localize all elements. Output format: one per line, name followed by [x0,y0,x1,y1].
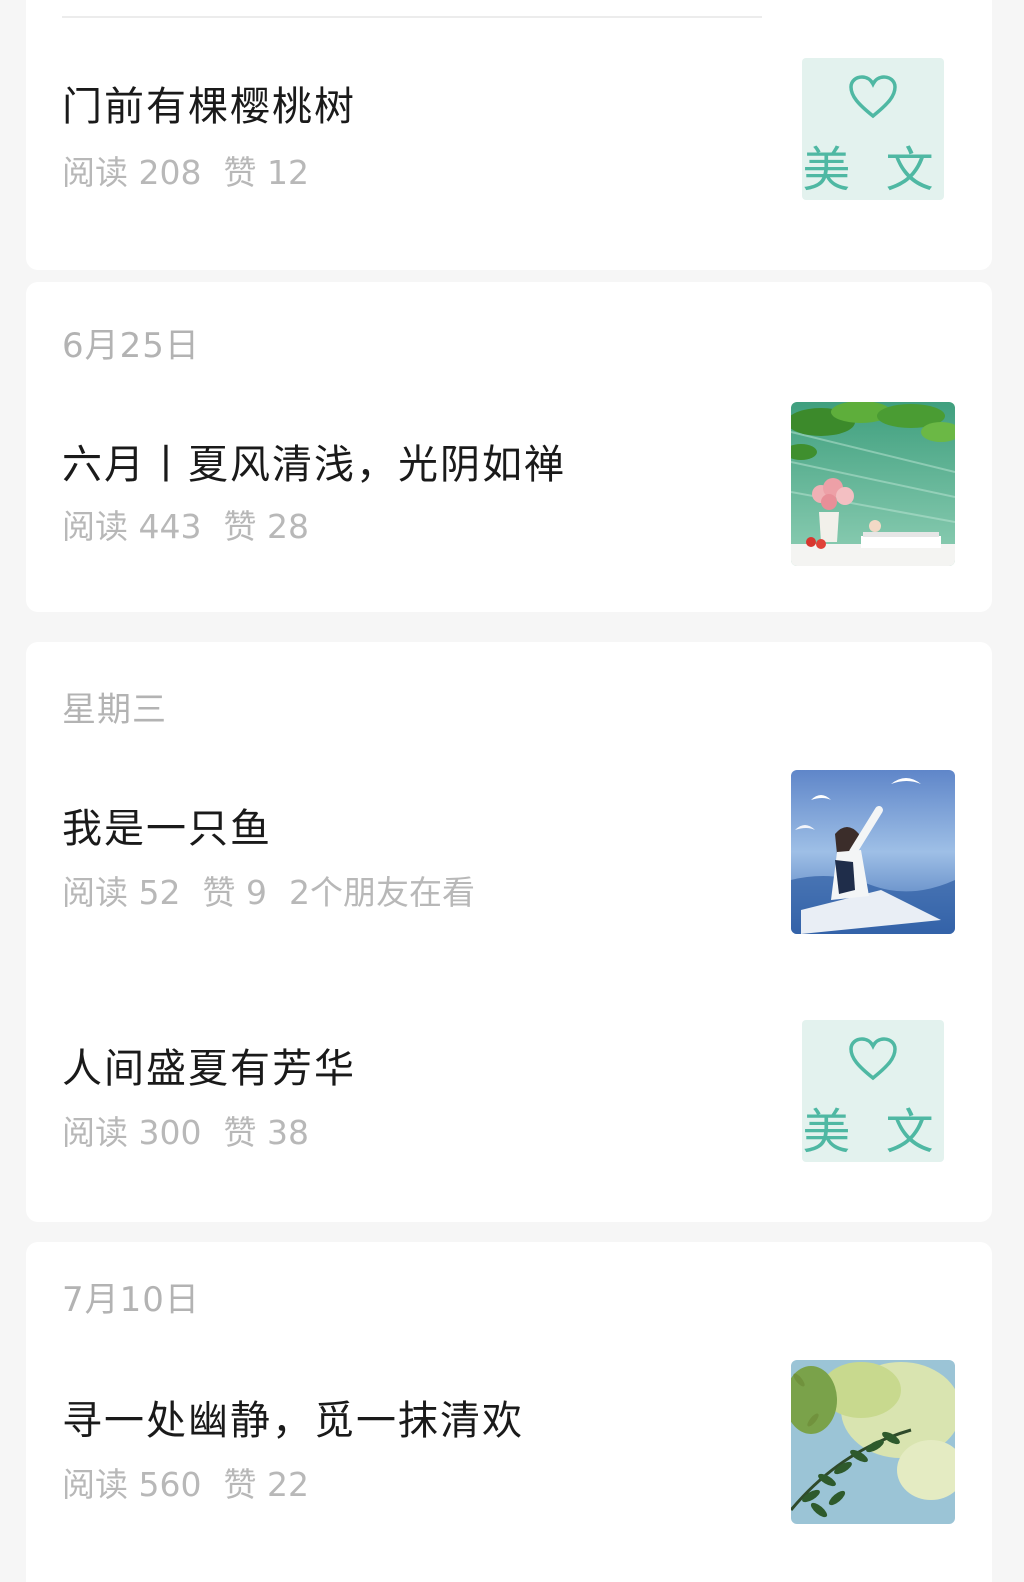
article-card-2: 6月25日 六月丨夏风清浅，光阴如禅 阅读 443 赞 28 [26,282,992,612]
read-count: 阅读 208 [62,153,202,192]
article-thumbnail-meiwen[interactable]: 美 文 [802,58,944,200]
article-meta: 阅读 208 赞 12 [62,146,331,194]
article-card-3: 星期三 我是一只鱼 阅读 52 赞 9 2个朋友在看 人间盛夏有芳华 阅读 30… [26,642,992,1222]
like-count: 赞 9 [202,873,267,912]
article-item-4[interactable]: 人间盛夏有芳华 阅读 300 赞 38 美 文 [26,972,992,1222]
article-title[interactable]: 寻一处幽静，觅一抹清欢 [62,1388,524,1446]
heart-outline-icon [849,75,897,119]
read-count: 阅读 52 [62,873,181,912]
heart-outline-icon [849,1037,897,1081]
leaves-image [791,1360,955,1524]
article-item-2[interactable]: 六月丨夏风清浅，光阴如禅 阅读 443 赞 28 [26,282,992,612]
article-meta: 阅读 443 赞 28 [62,500,331,548]
meiwen-label: 美 文 [802,1104,944,1160]
article-thumbnail-photo[interactable] [791,1360,955,1524]
article-card-4: 7月10日 寻一处幽静，觅一抹清欢 阅读 560 赞 22 [26,1242,992,1582]
like-count: 赞 38 [223,1113,309,1152]
like-count: 赞 28 [223,507,309,546]
article-title[interactable]: 门前有棵樱桃树 [62,74,356,132]
meiwen-label: 美 文 [802,142,944,198]
article-item-3[interactable]: 我是一只鱼 阅读 52 赞 9 2个朋友在看 [26,642,992,972]
read-count: 阅读 443 [62,507,202,546]
article-meta: 阅读 560 赞 22 [62,1458,331,1506]
article-card-1: 门前有棵樱桃树 阅读 208 赞 12 美 文 [26,0,992,270]
article-meta: 阅读 300 赞 38 [62,1106,331,1154]
girl-seagulls-image [791,770,955,934]
article-thumbnail-meiwen[interactable]: 美 文 [802,1020,944,1162]
like-count: 赞 22 [223,1465,309,1504]
article-title[interactable]: 六月丨夏风清浅，光阴如禅 [62,432,566,490]
read-count: 阅读 560 [62,1465,202,1504]
article-thumbnail-photo[interactable] [791,770,955,934]
article-item-1[interactable]: 门前有棵樱桃树 阅读 208 赞 12 美 文 [26,0,992,260]
read-count: 阅读 300 [62,1113,202,1152]
lake-flowers-image [791,402,955,566]
friends-watching: 2个朋友在看 [288,873,475,912]
article-item-5[interactable]: 寻一处幽静，觅一抹清欢 阅读 560 赞 22 [26,1242,992,1582]
article-title[interactable]: 我是一只鱼 [62,796,272,854]
article-meta: 阅读 52 赞 9 2个朋友在看 [62,866,497,914]
like-count: 赞 12 [223,153,309,192]
article-thumbnail-photo[interactable] [791,402,955,566]
article-title[interactable]: 人间盛夏有芳华 [62,1036,356,1094]
